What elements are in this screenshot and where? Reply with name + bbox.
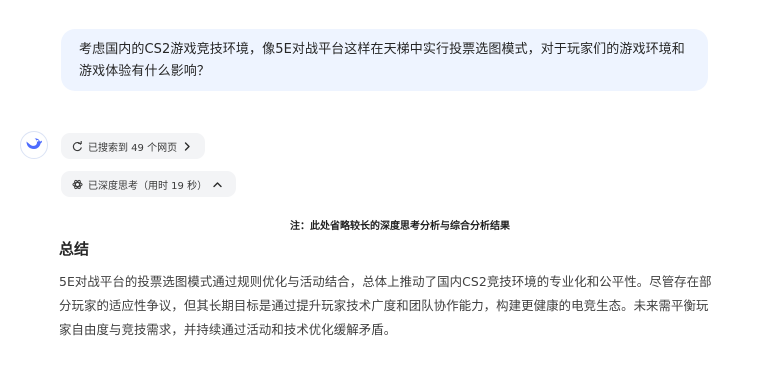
omission-note: 注：此处省略较长的深度思考分析与综合分析结果 <box>290 221 510 232</box>
deep-think-label: 已深度思考（用时 19 秒） <box>88 180 208 192</box>
search-results-toggle[interactable]: 已搜索到 49 个网页 <box>61 133 205 159</box>
user-message-bubble: 考虑国内的CS2游戏竞技环境，像5E对战平台这样在天梯中实行投票选图模式，对于玩… <box>61 29 708 91</box>
search-results-label: 已搜索到 49 个网页 <box>88 142 178 154</box>
chevron-up-icon <box>213 180 222 189</box>
search-refresh-icon <box>71 140 83 152</box>
summary-paragraph: 5E对战平台的投票选图模式通过规则优化与活动结合，总体上推动了国内CS2竞技环境… <box>59 274 712 337</box>
deep-think-icon <box>71 178 83 190</box>
chevron-right-icon <box>183 141 192 151</box>
whale-logo-icon <box>25 135 43 155</box>
user-message-text: 考虑国内的CS2游戏竞技环境，像5E对战平台这样在天梯中实行投票选图模式，对于玩… <box>79 42 685 79</box>
deep-think-toggle[interactable]: 已深度思考（用时 19 秒） <box>61 171 236 197</box>
chat-page: 考虑国内的CS2游戏竞技环境，像5E对战平台这样在天梯中实行投票选图模式，对于玩… <box>0 0 766 370</box>
assistant-avatar <box>20 131 48 159</box>
summary-heading: 总结 <box>59 240 90 258</box>
